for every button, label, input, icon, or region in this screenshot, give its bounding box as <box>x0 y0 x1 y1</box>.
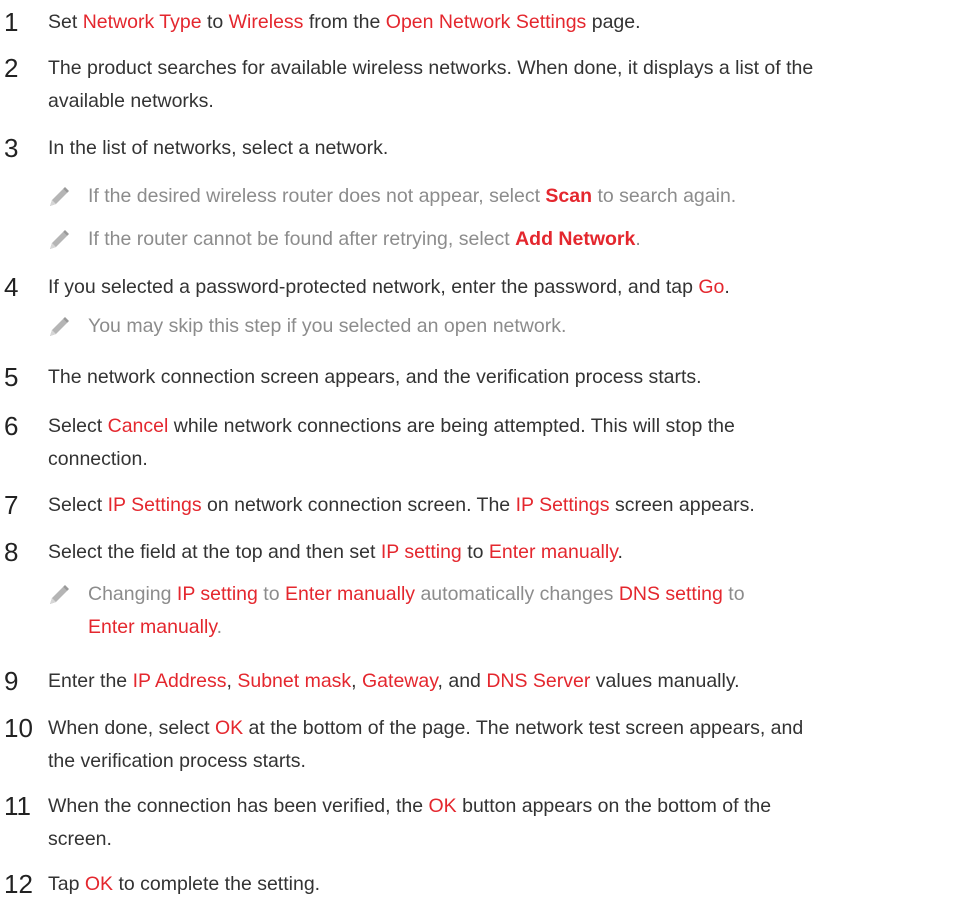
text-run: Select the field at the top and then set <box>48 541 381 563</box>
step-number: 5 <box>4 362 19 392</box>
pencil-icon <box>50 187 69 206</box>
highlighted-term: Enter manually <box>284 583 416 605</box>
text-run: page. <box>586 11 641 33</box>
highlighted-term: IP Address <box>132 670 227 692</box>
text-run: In the list of networks, select a networ… <box>48 137 389 159</box>
step-text: When the connection has been verified, t… <box>48 790 957 856</box>
highlighted-term: Subnet mask <box>237 670 352 692</box>
text-run: Select <box>48 494 108 516</box>
highlighted-term: Enter manually <box>488 541 618 563</box>
highlighted-term: OK <box>84 873 114 895</box>
text-run: , <box>226 670 238 692</box>
pencil-icon <box>50 230 69 249</box>
note-text: You may skip this step if you selected a… <box>88 310 957 343</box>
text-run: Tap <box>48 873 85 895</box>
highlighted-term: Wireless <box>228 11 304 33</box>
note-text: Changing IP setting to Enter manually au… <box>88 578 957 644</box>
text-run: . <box>216 616 223 638</box>
text-run: You may skip this step if you selected a… <box>88 315 567 337</box>
step-text: If you selected a password-protected net… <box>48 271 957 304</box>
text-run: automatically changes <box>415 583 619 605</box>
text-run: Set <box>48 11 83 33</box>
text-run: from the <box>303 11 386 33</box>
text-run: screen appears. <box>609 494 755 516</box>
text-run: to complete the setting. <box>113 873 321 895</box>
text-run: . <box>617 541 623 563</box>
step-text: Select the field at the top and then set… <box>48 536 957 569</box>
step-number: 2 <box>4 53 19 83</box>
text-run: . <box>635 228 641 250</box>
highlighted-term: IP Settings <box>107 494 202 516</box>
highlighted-term: DNS setting <box>618 583 723 605</box>
step-number: 9 <box>4 666 19 696</box>
step-text: Enter the IP Address, Subnet mask, Gatew… <box>48 665 957 698</box>
text-run: available networks. <box>48 90 214 112</box>
step-number: 6 <box>4 411 19 441</box>
step-text: Set Network Type to Wireless from the Op… <box>48 6 957 39</box>
step-text: Select Cancel while network connections … <box>48 410 957 476</box>
note-text: If the desired wireless router does not … <box>88 180 957 213</box>
note-text: If the router cannot be found after retr… <box>88 223 957 256</box>
text-run: Enter the <box>48 670 133 692</box>
highlighted-term: Scan <box>545 185 593 207</box>
text-run: to <box>201 11 229 33</box>
text-run: If the router cannot be found after retr… <box>88 228 516 250</box>
highlighted-term: IP setting <box>380 541 462 563</box>
text-run: values manually. <box>590 670 740 692</box>
highlighted-term: Go <box>698 276 725 298</box>
text-run: connection. <box>48 448 148 470</box>
highlighted-term: Gateway <box>362 670 438 692</box>
step-text: Select IP Settings on network connection… <box>48 489 957 522</box>
step-number: 1 <box>4 7 19 37</box>
text-run: to <box>461 541 489 563</box>
step-number: 10 <box>4 713 33 743</box>
highlighted-term: Cancel <box>107 415 169 437</box>
text-run: When done, select <box>48 717 215 739</box>
step-number: 7 <box>4 490 19 520</box>
text-run: at the bottom of the page. The network t… <box>243 717 804 739</box>
text-run: If the desired wireless router does not … <box>88 185 546 207</box>
highlighted-term: IP setting <box>176 583 258 605</box>
pencil-icon <box>50 317 69 336</box>
text-run: When the connection has been verified, t… <box>48 795 429 817</box>
step-number: 12 <box>4 869 33 899</box>
text-run: button appears on the bottom of the <box>456 795 772 817</box>
highlighted-term: OK <box>214 717 244 739</box>
pencil-icon <box>50 585 69 604</box>
text-run: Select <box>48 415 108 437</box>
highlighted-term: OK <box>428 795 457 817</box>
step-number: 3 <box>4 133 19 163</box>
text-run: . <box>724 276 730 298</box>
text-run: , and <box>437 670 487 692</box>
step-number: 8 <box>4 537 19 567</box>
highlighted-term: Enter manually <box>88 616 217 638</box>
text-run: The network connection screen appears, a… <box>48 366 702 388</box>
text-run: to <box>722 583 745 605</box>
highlighted-term: Open Network Settings <box>385 11 587 33</box>
text-run: screen. <box>48 828 112 850</box>
text-run: to <box>257 583 285 605</box>
step-text: The product searches for available wirel… <box>48 52 957 118</box>
text-run: while network connections are being atte… <box>168 415 735 437</box>
text-run: , <box>351 670 363 692</box>
step-text: Tap OK to complete the setting. <box>48 868 957 901</box>
step-number: 11 <box>4 791 31 821</box>
step-text: The network connection screen appears, a… <box>48 361 957 394</box>
text-run: If you selected a password-protected net… <box>48 276 699 298</box>
highlighted-term: IP Settings <box>515 494 610 516</box>
text-run: on network connection screen. The <box>201 494 516 516</box>
step-number: 4 <box>4 272 19 302</box>
step-text: In the list of networks, select a networ… <box>48 132 957 165</box>
text-run: The product searches for available wirel… <box>48 57 814 79</box>
step-text: When done, select OK at the bottom of th… <box>48 712 957 778</box>
text-run: Changing <box>88 583 177 605</box>
highlighted-term: Network Type <box>82 11 202 33</box>
text-run: the verification process starts. <box>48 750 306 772</box>
highlighted-term: DNS Server <box>486 670 591 692</box>
highlighted-term: Add Network <box>515 228 636 250</box>
text-run: to search again. <box>592 185 737 207</box>
